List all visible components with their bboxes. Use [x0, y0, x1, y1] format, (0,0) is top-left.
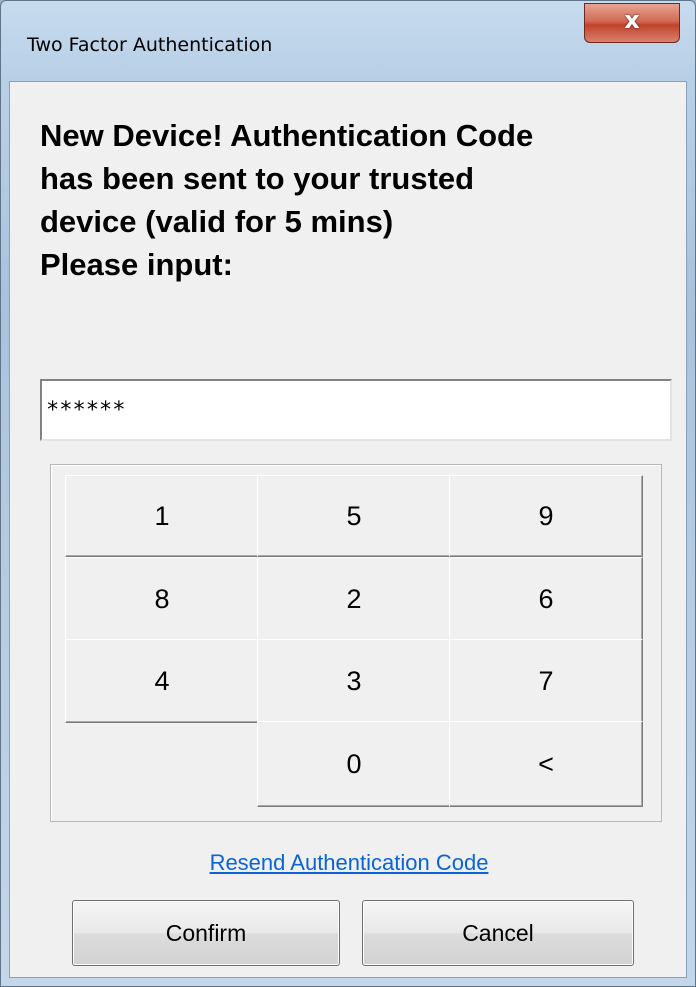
key-5[interactable]: 5 — [257, 475, 451, 557]
close-button[interactable]: x — [584, 3, 680, 43]
resend-code-link[interactable]: Resend Authentication Code — [10, 850, 688, 876]
cancel-button[interactable]: Cancel — [362, 900, 634, 966]
key-0[interactable]: 0 — [257, 721, 451, 807]
window-title: Two Factor Authentication — [27, 34, 273, 56]
message-line-4: Please input: — [40, 247, 233, 282]
instruction-message: New Device! Authentication Code has been… — [40, 114, 680, 286]
number-keypad: 1 5 9 8 2 6 4 3 7 0 < — [50, 464, 662, 822]
key-1[interactable]: 1 — [65, 475, 259, 557]
key-6[interactable]: 6 — [449, 557, 643, 641]
key-7[interactable]: 7 — [449, 639, 643, 723]
close-icon: x — [624, 6, 640, 34]
key-3[interactable]: 3 — [257, 639, 451, 723]
key-2[interactable]: 2 — [257, 557, 451, 641]
title-bar[interactable]: Two Factor Authentication x — [1, 1, 695, 89]
message-line-2: has been sent to your trusted — [40, 161, 475, 196]
key-8[interactable]: 8 — [65, 557, 259, 641]
message-line-1: New Device! Authentication Code — [40, 118, 534, 153]
authentication-code-input[interactable] — [40, 379, 672, 441]
confirm-button[interactable]: Confirm — [72, 900, 340, 966]
dialog-body: New Device! Authentication Code has been… — [9, 81, 687, 978]
two-factor-dialog: Two Factor Authentication x New Device! … — [0, 0, 696, 987]
key-9[interactable]: 9 — [449, 475, 643, 557]
message-line-3: device (valid for 5 mins) — [40, 204, 394, 239]
key-4[interactable]: 4 — [65, 639, 259, 723]
key-backspace[interactable]: < — [449, 721, 643, 807]
